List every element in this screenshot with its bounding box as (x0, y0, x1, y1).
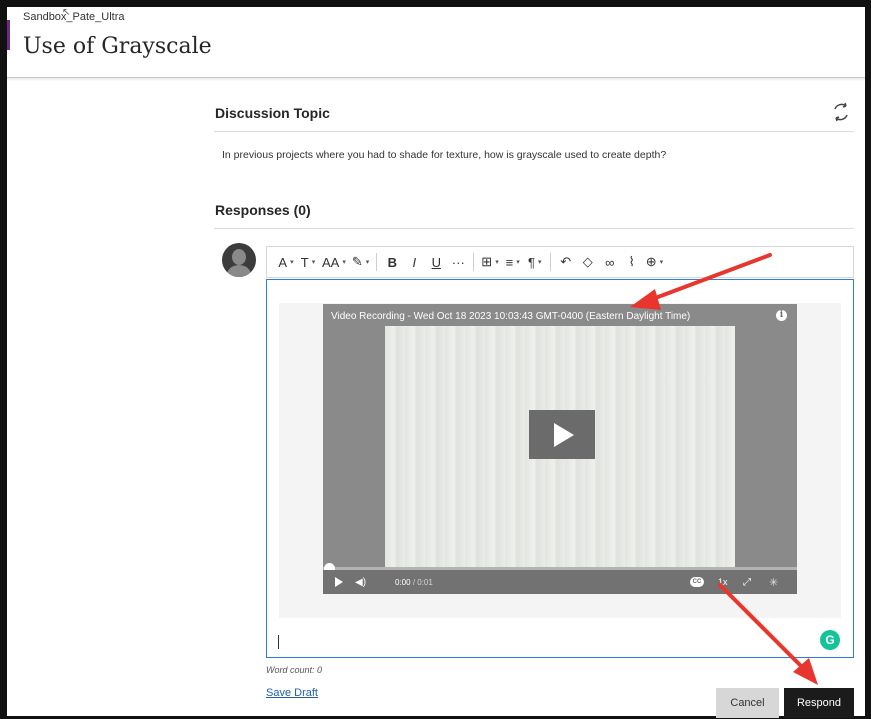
highlight-icon[interactable]: ✎ ▾ (349, 250, 372, 274)
respond-button[interactable]: Respond (784, 688, 854, 718)
text-caret (278, 635, 279, 649)
align-icon[interactable]: ≡ ▾ (502, 250, 524, 274)
link-icon[interactable]: ∞ (599, 250, 621, 274)
screen-frame-right (865, 0, 871, 719)
grammarly-icon[interactable]: G (820, 630, 840, 650)
screen-frame-top (0, 0, 871, 7)
captions-icon[interactable]: CC (690, 570, 704, 594)
avatar-head (232, 249, 246, 265)
video-time: 0:00 / 0:01 (395, 570, 433, 594)
response-editor[interactable]: Video Recording - Wed Oct 18 2023 10:03:… (266, 279, 854, 658)
course-accent-bar (7, 20, 10, 50)
paragraph-icon[interactable]: ¶ ▾ (524, 250, 546, 274)
info-icon[interactable]: i (776, 310, 787, 321)
paragraph-format-icon[interactable]: T ▾ (297, 250, 319, 274)
responses-divider (214, 228, 854, 229)
video-title: Video Recording - Wed Oct 18 2023 10:03:… (331, 311, 691, 322)
duration: / 0:01 (412, 577, 433, 587)
mouse-pointer-icon: ↖ (62, 7, 71, 18)
volume-icon[interactable]: ◀) (355, 570, 366, 594)
save-draft-link[interactable]: Save Draft (266, 687, 318, 699)
toolbar-separator (376, 253, 378, 271)
video-player[interactable]: Video Recording - Wed Oct 18 2023 10:03:… (323, 304, 797, 594)
table-icon[interactable]: ⊞ ▾ (478, 250, 501, 274)
header-shadow (7, 78, 865, 81)
responses-heading: Responses (0) (215, 202, 311, 218)
play-small-icon[interactable] (335, 570, 343, 594)
discussion-topic-text: In previous projects where you had to sh… (222, 149, 667, 161)
toolbar-separator (549, 253, 551, 271)
editor-toolbar: A ▾ T ▾ AA ▾ ✎ ▾ B I U ··· ⊞ ▾ ≡ ▾ ¶ ▾ ↶ ◇ ∞ ⌇ ⊕ ▾ (266, 246, 854, 278)
more-icon[interactable]: ··· (447, 250, 469, 274)
video-controls: ◀) 0:00 / 0:01 CC 1x ⤢ ✳ (323, 570, 797, 594)
topic-divider (214, 131, 854, 132)
cancel-button[interactable]: Cancel (716, 688, 779, 718)
play-button[interactable] (529, 410, 595, 459)
undo-icon[interactable]: ↶ (555, 250, 577, 274)
current-time: 0:00 (395, 577, 411, 587)
embedded-video-container: Video Recording - Wed Oct 18 2023 10:03:… (279, 303, 841, 618)
bold-icon[interactable]: B (381, 250, 403, 274)
toolbar-separator (473, 253, 475, 271)
screen-frame-left (0, 0, 7, 719)
refresh-icon[interactable] (830, 101, 852, 123)
course-name-breadcrumb[interactable]: Sandbox_Pate_Ultra (23, 11, 125, 23)
attach-icon[interactable]: ⌇ (621, 250, 643, 274)
discussion-topic-heading: Discussion Topic (215, 105, 330, 121)
playback-speed[interactable]: 1x (718, 570, 728, 594)
page-title: Use of Grayscale (23, 34, 212, 59)
insert-icon[interactable]: ⊕ ▾ (643, 250, 666, 274)
underline-icon[interactable]: U (425, 250, 447, 274)
font-size-icon[interactable]: AA ▾ (319, 250, 349, 274)
eraser-icon[interactable]: ◇ (577, 250, 599, 274)
sparkle-icon[interactable]: ✳ (769, 570, 778, 594)
word-count: Word count: 0 (266, 665, 323, 675)
avatar-body (227, 265, 251, 277)
text-style-icon[interactable]: A ▾ (275, 250, 297, 274)
user-avatar (222, 243, 256, 277)
italic-icon[interactable]: I (403, 250, 425, 274)
fullscreen-icon[interactable]: ⤢ (743, 570, 751, 594)
